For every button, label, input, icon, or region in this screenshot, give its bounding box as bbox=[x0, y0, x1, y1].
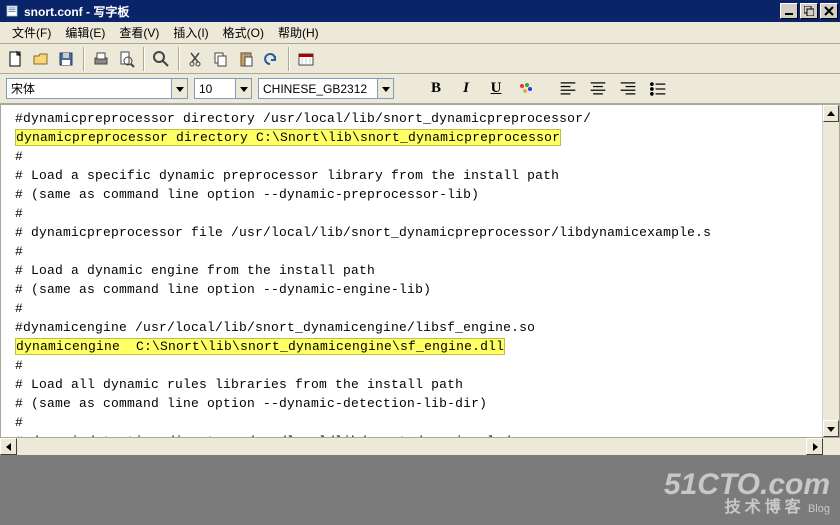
watermark-text: 技术博客 bbox=[725, 499, 805, 516]
save-button[interactable] bbox=[54, 47, 78, 71]
app-icon bbox=[4, 3, 20, 19]
charset-input[interactable] bbox=[259, 79, 377, 98]
bold-button[interactable]: B bbox=[424, 78, 448, 100]
menu-insert[interactable]: 插入(I) bbox=[167, 22, 214, 43]
italic-button[interactable]: I bbox=[454, 78, 478, 100]
color-button[interactable] bbox=[514, 78, 538, 100]
window-buttons bbox=[780, 3, 840, 19]
undo-button[interactable] bbox=[259, 47, 283, 71]
copy-button[interactable] bbox=[209, 47, 233, 71]
standard-toolbar bbox=[0, 44, 840, 74]
text-line: # Load all dynamic rules libraries from … bbox=[15, 377, 463, 392]
text-line: # bbox=[15, 358, 23, 373]
size-input[interactable] bbox=[195, 79, 235, 98]
vertical-scrollbar[interactable] bbox=[822, 105, 839, 437]
watermark: 51CTO.com 技术博客 Blog bbox=[664, 469, 830, 517]
find-button[interactable] bbox=[149, 47, 173, 71]
size-combo[interactable] bbox=[194, 78, 252, 99]
align-right-button[interactable] bbox=[616, 78, 640, 100]
datetime-button[interactable] bbox=[294, 47, 318, 71]
text-line: # bbox=[15, 244, 23, 259]
text-line: # (same as command line option --dynamic… bbox=[15, 187, 479, 202]
menu-format[interactable]: 格式(O) bbox=[217, 22, 270, 43]
text-line: # (same as command line option --dynamic… bbox=[15, 396, 487, 411]
watermark-logo: 51CTO.com bbox=[664, 469, 830, 501]
scroll-right-icon[interactable] bbox=[806, 438, 823, 455]
text-line: # Load a specific dynamic preprocessor l… bbox=[15, 168, 559, 183]
bullets-button[interactable] bbox=[646, 78, 670, 100]
scroll-left-icon[interactable] bbox=[0, 438, 17, 455]
watermark-sub: Blog bbox=[808, 503, 830, 515]
maximize-button[interactable] bbox=[800, 3, 818, 19]
highlighted-line: dynamicpreprocessor directory C:\Snort\l… bbox=[15, 129, 561, 146]
align-left-button[interactable] bbox=[556, 78, 580, 100]
preview-button[interactable] bbox=[114, 47, 138, 71]
editor-area: #dynamicpreprocessor directory /usr/loca… bbox=[0, 104, 840, 438]
menu-file[interactable]: 文件(F) bbox=[6, 22, 57, 43]
size-dropdown-icon[interactable] bbox=[235, 79, 251, 98]
charset-combo[interactable] bbox=[258, 78, 394, 99]
window-title: snort.conf - 写字板 bbox=[24, 3, 780, 20]
menu-edit[interactable]: 编辑(E) bbox=[59, 22, 111, 43]
menu-help[interactable]: 帮助(H) bbox=[272, 22, 325, 43]
text-line: #dynamicpreprocessor directory /usr/loca… bbox=[15, 111, 591, 126]
text-line: # dynamicdetection directory /usr/local/… bbox=[15, 434, 511, 437]
text-line: # dynamicpreprocessor file /usr/local/li… bbox=[15, 225, 711, 240]
scroll-corner bbox=[823, 438, 840, 455]
text-line: #dynamicengine /usr/local/lib/snort_dyna… bbox=[15, 320, 535, 335]
new-button[interactable] bbox=[4, 47, 28, 71]
text-line: # bbox=[15, 415, 23, 430]
font-dropdown-icon[interactable] bbox=[171, 79, 187, 98]
toolbar-separator bbox=[143, 47, 145, 71]
charset-dropdown-icon[interactable] bbox=[377, 79, 393, 98]
text-editor[interactable]: #dynamicpreprocessor directory /usr/loca… bbox=[1, 105, 822, 437]
font-combo[interactable] bbox=[6, 78, 188, 99]
toolbar-separator bbox=[178, 47, 180, 71]
text-line: # bbox=[15, 206, 23, 221]
align-center-button[interactable] bbox=[586, 78, 610, 100]
text-line: # Load a dynamic engine from the install… bbox=[15, 263, 375, 278]
open-button[interactable] bbox=[29, 47, 53, 71]
menu-view[interactable]: 查看(V) bbox=[113, 22, 165, 43]
highlighted-line: dynamicengine C:\Snort\lib\snort_dynamic… bbox=[15, 338, 505, 355]
text-line: # (same as command line option --dynamic… bbox=[15, 282, 431, 297]
text-line: # bbox=[15, 301, 23, 316]
scroll-up-icon[interactable] bbox=[823, 105, 839, 122]
close-button[interactable] bbox=[820, 3, 838, 19]
paste-button[interactable] bbox=[234, 47, 258, 71]
toolbar-separator bbox=[83, 47, 85, 71]
menubar: 文件(F) 编辑(E) 查看(V) 插入(I) 格式(O) 帮助(H) bbox=[0, 22, 840, 44]
scroll-down-icon[interactable] bbox=[823, 420, 839, 437]
titlebar: snort.conf - 写字板 bbox=[0, 0, 840, 22]
minimize-button[interactable] bbox=[780, 3, 798, 19]
print-button[interactable] bbox=[89, 47, 113, 71]
font-input[interactable] bbox=[7, 79, 171, 98]
horizontal-scrollbar[interactable] bbox=[0, 438, 840, 455]
scroll-track[interactable] bbox=[17, 438, 806, 455]
cut-button[interactable] bbox=[184, 47, 208, 71]
toolbar-separator bbox=[288, 47, 290, 71]
text-line: # bbox=[15, 149, 23, 164]
underline-button[interactable]: U bbox=[484, 78, 508, 100]
format-toolbar: B I U bbox=[0, 74, 840, 104]
